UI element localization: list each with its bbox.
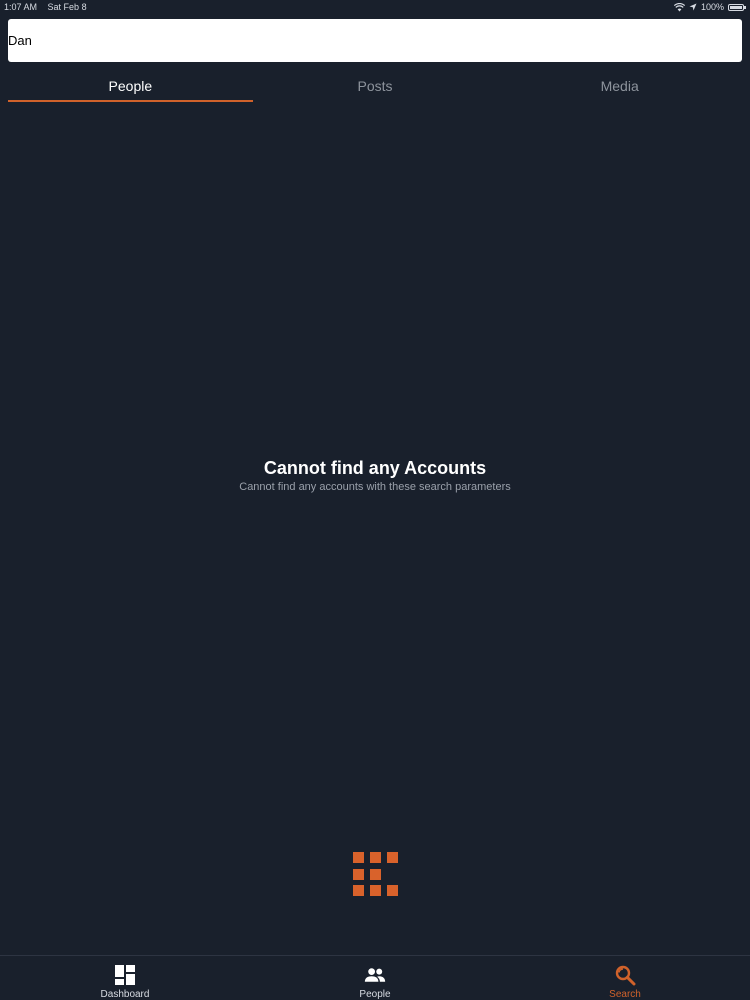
loader-square xyxy=(370,869,381,880)
status-bar: 1:07 AM Sat Feb 8 100% xyxy=(0,0,750,14)
bottom-nav: Dashboard People Search xyxy=(0,955,750,1000)
nav-search-label: Search xyxy=(609,989,641,1000)
empty-state-title: Cannot find any Accounts xyxy=(263,458,487,478)
status-right: 100% xyxy=(673,0,746,14)
loader-square xyxy=(387,885,398,896)
loader-square xyxy=(353,885,364,896)
search-input[interactable] xyxy=(8,19,742,62)
location-icon xyxy=(689,3,697,11)
tab-media[interactable]: Media xyxy=(497,70,742,102)
empty-state-subtitle: Cannot find any accounts with these sear… xyxy=(239,481,511,493)
tab-posts[interactable]: Posts xyxy=(253,70,498,102)
wifi-icon xyxy=(673,2,685,11)
status-time: 1:07 AM xyxy=(4,2,38,12)
search-icon xyxy=(615,965,636,986)
status-left: 1:07 AM Sat Feb 8 xyxy=(4,0,95,14)
nav-search[interactable]: Search xyxy=(500,956,750,1000)
loader-square xyxy=(353,869,364,880)
search-tabs: People Posts Media xyxy=(8,70,742,102)
nav-dashboard[interactable]: Dashboard xyxy=(0,956,250,1000)
nav-people[interactable]: People xyxy=(250,956,500,1000)
dashboard-icon xyxy=(115,965,135,985)
loader-square xyxy=(370,885,381,896)
nav-dashboard-label: Dashboard xyxy=(100,989,150,1000)
empty-state: Cannot find any Accounts Cannot find any… xyxy=(0,456,750,494)
tab-people[interactable]: People xyxy=(8,70,253,102)
search-screen: 1:07 AM Sat Feb 8 100% People Posts Medi… xyxy=(0,0,750,1000)
loader-square xyxy=(387,852,398,863)
people-icon xyxy=(364,968,386,982)
nav-people-label: People xyxy=(359,989,391,1000)
loader-square xyxy=(370,852,381,863)
loader-square xyxy=(353,852,364,863)
status-date: Sat Feb 8 xyxy=(47,2,87,12)
loading-grid-icon xyxy=(353,852,398,896)
battery-percent: 100% xyxy=(700,2,724,12)
battery-icon xyxy=(728,3,746,11)
